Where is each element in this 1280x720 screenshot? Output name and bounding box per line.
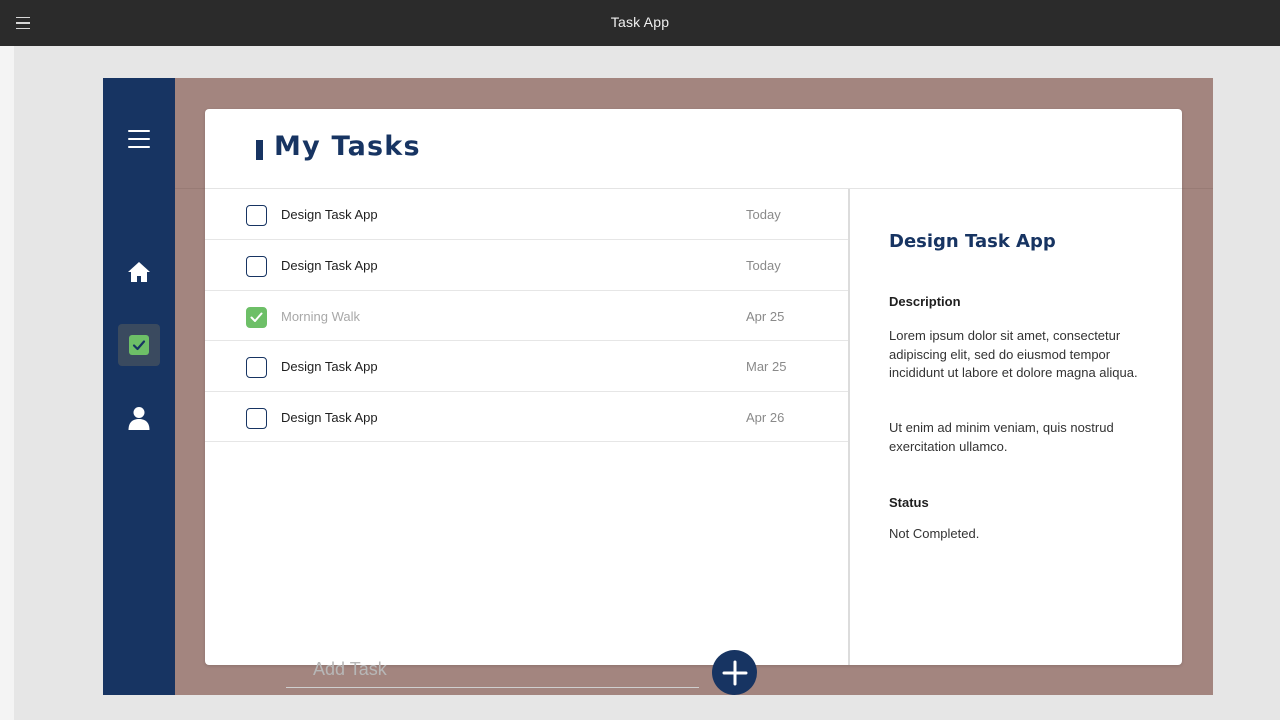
- task-row[interactable]: Design Task App Today: [205, 240, 849, 291]
- main-card: My Tasks Design Task App Today Design Ta…: [205, 109, 1182, 695]
- window-titlebar: Task App: [0, 0, 1280, 46]
- checkmark-icon: [250, 312, 263, 322]
- task-date: Today: [746, 258, 781, 273]
- app-frame: My Tasks Design Task App Today Design Ta…: [103, 78, 1213, 695]
- task-name: Design Task App: [281, 359, 378, 374]
- task-checkbox[interactable]: [246, 256, 267, 277]
- task-check-icon: [129, 335, 149, 355]
- title-accent-bar: [256, 140, 263, 160]
- task-detail-pane: Design Task App Description Lorem ipsum …: [850, 189, 1182, 665]
- task-name: Design Task App: [281, 258, 378, 273]
- task-date: Today: [746, 207, 781, 222]
- task-checkbox[interactable]: [246, 357, 267, 378]
- task-name: Design Task App: [281, 410, 378, 425]
- sidebar: [103, 78, 175, 695]
- sidebar-menu-icon[interactable]: [128, 130, 150, 148]
- left-gutter: [0, 46, 14, 720]
- sidebar-item-home[interactable]: [118, 251, 160, 293]
- task-name: Design Task App: [281, 207, 378, 222]
- sidebar-item-tasks[interactable]: [118, 324, 160, 366]
- plus-icon: [722, 660, 747, 685]
- add-task-button[interactable]: [712, 650, 757, 695]
- status-value: Not Completed.: [889, 526, 980, 541]
- add-task-input[interactable]: [286, 651, 699, 688]
- task-checkbox[interactable]: [246, 205, 267, 226]
- task-checkbox-checked[interactable]: [246, 307, 267, 328]
- task-date: Mar 25: [746, 359, 787, 374]
- sidebar-item-profile[interactable]: [118, 397, 160, 439]
- card-header: My Tasks: [205, 109, 1182, 189]
- task-row[interactable]: Design Task App Apr 26: [205, 392, 849, 442]
- description-label: Description: [889, 294, 961, 309]
- task-checkbox[interactable]: [246, 408, 267, 429]
- description-text-2: Ut enim ad minim veniam, quis nostrud ex…: [889, 420, 1114, 454]
- user-icon: [128, 407, 150, 430]
- task-row[interactable]: Morning Walk Apr 25: [205, 291, 849, 341]
- home-icon: [128, 262, 150, 282]
- window-title: Task App: [610, 14, 670, 30]
- task-date: Apr 25: [746, 309, 785, 324]
- task-row[interactable]: Design Task App Mar 25: [205, 341, 849, 392]
- task-list: Design Task App Today Design Task App To…: [205, 189, 849, 695]
- page-title: My Tasks: [274, 131, 421, 162]
- detail-title: Design Task App: [889, 231, 1056, 252]
- task-row[interactable]: Design Task App Today: [205, 189, 849, 240]
- description-text: Lorem ipsum dolor sit amet, consectetur …: [889, 328, 1138, 380]
- task-date: Apr 26: [746, 410, 785, 425]
- status-label: Status: [889, 495, 929, 510]
- task-name: Morning Walk: [281, 309, 360, 324]
